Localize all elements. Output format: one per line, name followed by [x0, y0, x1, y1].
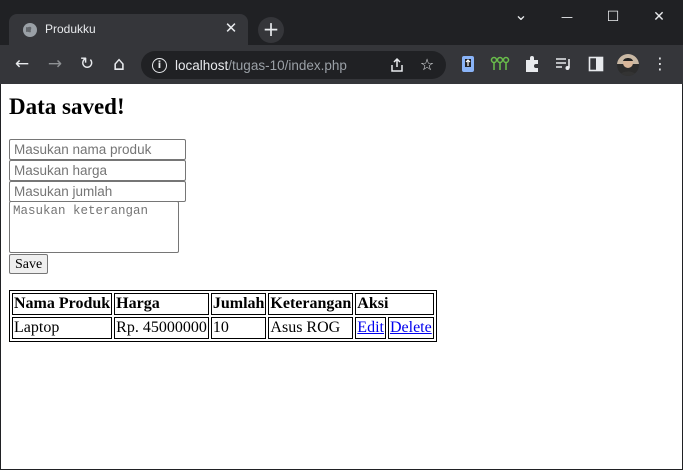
cell-keterangan: Asus ROG: [268, 317, 354, 339]
header-keterangan: Keterangan: [268, 293, 354, 315]
produk-table: Nama Produk Harga Jumlah Keterangan Aksi…: [9, 290, 437, 342]
cell-nama: Laptop: [12, 317, 113, 339]
bookmark-star-icon[interactable]: ☆: [417, 55, 437, 75]
site-info-icon[interactable]: i: [152, 58, 167, 73]
browser-window: Produkku ✕ + ⌄ — ☐ ✕ ← → ↻ ⌂ i localhost…: [0, 0, 683, 470]
keterangan-textarea[interactable]: [9, 201, 179, 253]
nama-produk-input[interactable]: [9, 139, 186, 160]
header-jumlah: Jumlah: [210, 293, 267, 315]
page-viewport: Data saved! Save Nama Produk Harga Jumla…: [1, 84, 682, 469]
back-button[interactable]: ←: [11, 53, 33, 75]
tab-strip: Produkku ✕ + ⌄ — ☐ ✕: [0, 0, 683, 45]
save-button[interactable]: Save: [9, 254, 49, 274]
harga-input[interactable]: [9, 160, 186, 181]
table-row: Laptop Rp. 45000000 10 Asus ROG Edit Del…: [12, 317, 434, 339]
tab-title: Produkku: [45, 22, 96, 36]
profile-avatar[interactable]: [617, 54, 639, 76]
header-aksi: Aksi: [355, 293, 434, 315]
new-tab-button[interactable]: +: [258, 17, 284, 43]
cell-harga: Rp. 45000000: [114, 317, 209, 339]
address-bar[interactable]: i localhost/tugas-10/index.php ☆: [141, 51, 446, 79]
close-window-button[interactable]: ✕: [648, 6, 670, 28]
cell-edit: Edit: [355, 317, 386, 339]
menu-icon[interactable]: ⋮: [649, 53, 671, 75]
minimize-button[interactable]: —: [556, 6, 578, 28]
extension-tree-icon[interactable]: [489, 53, 511, 75]
maximize-button[interactable]: ☐: [602, 6, 624, 28]
cell-delete: Delete: [387, 317, 434, 339]
reload-button[interactable]: ↻: [76, 53, 98, 75]
home-button[interactable]: ⌂: [108, 53, 130, 75]
forward-button[interactable]: →: [44, 53, 66, 75]
globe-icon: [23, 23, 37, 37]
jumlah-input[interactable]: [9, 181, 186, 202]
edit-link[interactable]: Edit: [357, 319, 384, 336]
cell-jumlah: 10: [210, 317, 267, 339]
url-host: localhost: [175, 58, 229, 73]
header-nama-produk: Nama Produk: [12, 293, 113, 315]
tab-search-chevron-icon[interactable]: ⌄: [510, 6, 532, 28]
close-tab-icon[interactable]: ✕: [222, 20, 240, 38]
header-harga: Harga: [114, 293, 209, 315]
extension-clipper-icon[interactable]: [457, 53, 479, 75]
tab-produkku[interactable]: Produkku ✕: [9, 14, 248, 45]
url-text[interactable]: localhost/tugas-10/index.php: [175, 58, 347, 73]
extensions-puzzle-icon[interactable]: [521, 53, 543, 75]
browser-toolbar: ← → ↻ ⌂ i localhost/tugas-10/index.php ☆: [0, 45, 683, 84]
delete-link[interactable]: Delete: [390, 319, 432, 336]
url-path: /tugas-10/index.php: [228, 58, 347, 73]
status-heading: Data saved!: [9, 94, 125, 119]
side-panel-icon[interactable]: [585, 53, 607, 75]
share-icon[interactable]: [387, 55, 407, 75]
table-header-row: Nama Produk Harga Jumlah Keterangan Aksi: [12, 293, 434, 315]
reading-list-icon[interactable]: [553, 53, 575, 75]
